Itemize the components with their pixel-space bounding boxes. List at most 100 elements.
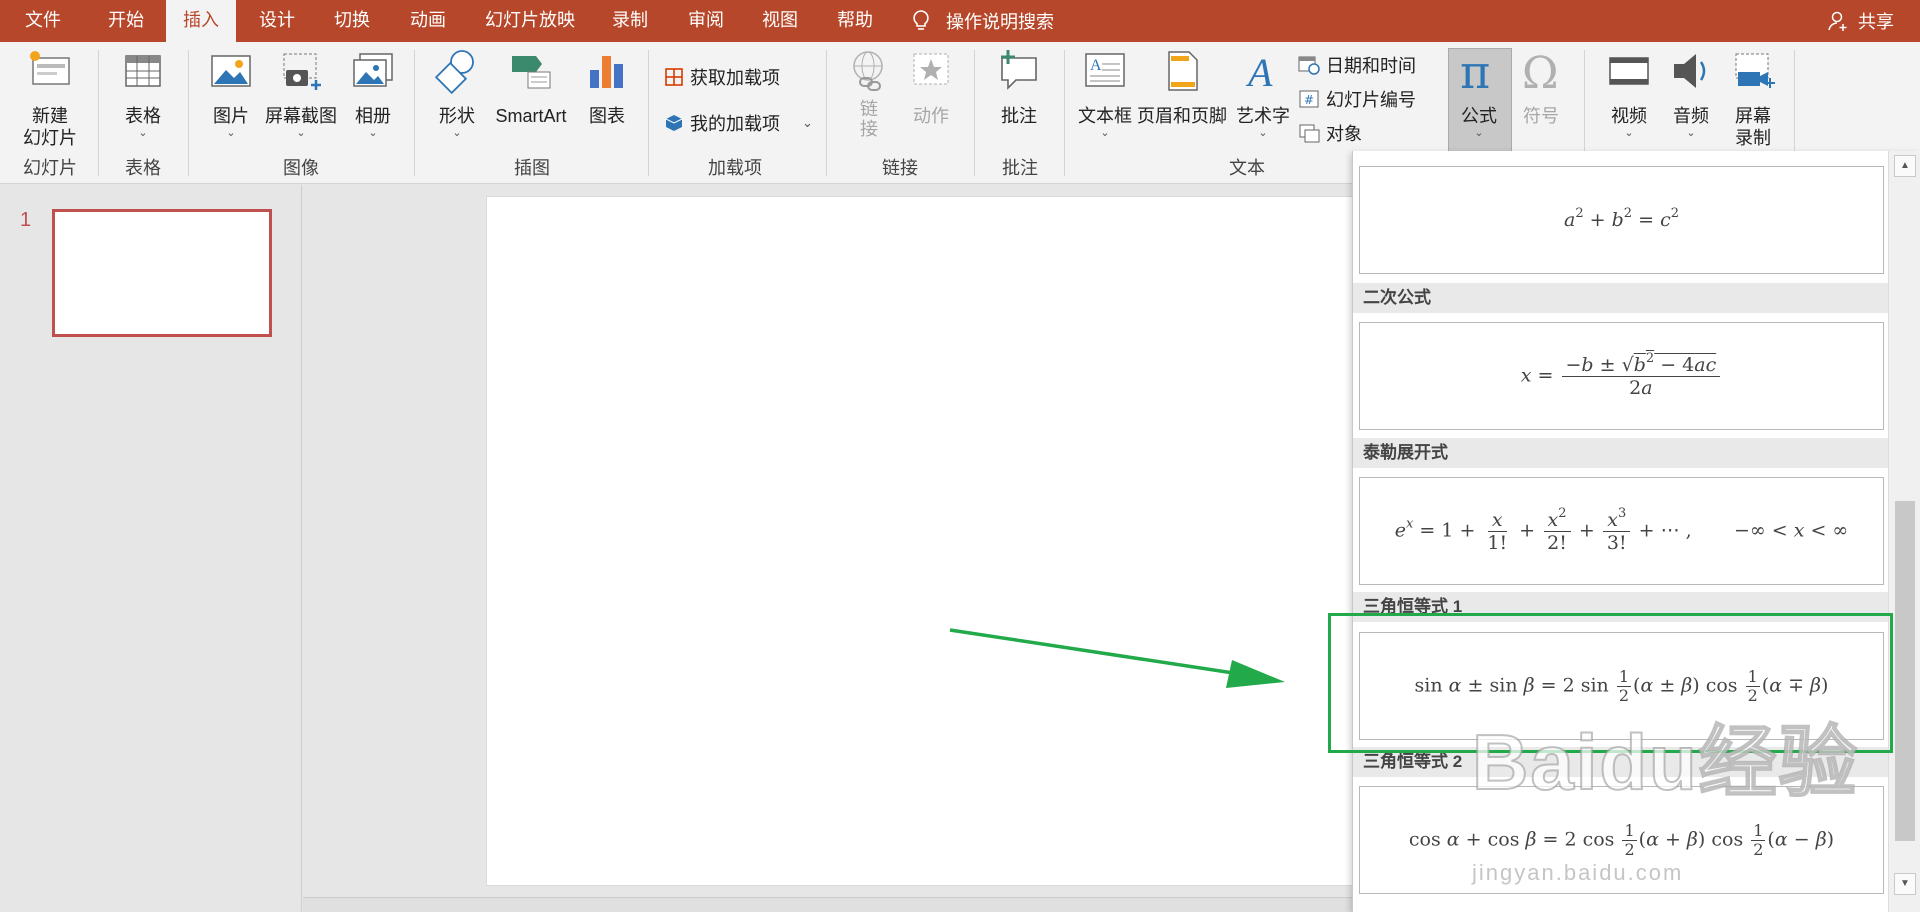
screenshot-label: 屏幕截图: [265, 106, 337, 126]
wordart-label: 艺术字: [1236, 106, 1290, 126]
cube-icon: [665, 115, 683, 131]
shapes-icon: [434, 50, 474, 95]
screenshot-icon: [283, 53, 321, 90]
group-separator: [188, 50, 189, 176]
group-separator: [826, 50, 827, 176]
tab-record[interactable]: 录制: [598, 0, 662, 42]
picture-icon: [211, 55, 251, 87]
textbox-icon: A: [1085, 53, 1125, 87]
group-label-images: 图像: [283, 158, 319, 178]
equation-label: 公式: [1461, 106, 1497, 126]
scrollbar-thumb[interactable]: [1895, 501, 1915, 841]
svg-text:A: A: [1245, 50, 1273, 95]
action-button[interactable]: 动作: [898, 46, 964, 127]
photo-album-button[interactable]: 相册 ⌄: [338, 46, 408, 139]
textbox-button[interactable]: A 文本框 ⌄: [1072, 46, 1138, 139]
screenshot-button[interactable]: 屏幕截图 ⌄: [262, 46, 340, 139]
new-slide-button[interactable]: 新建 幻灯片: [14, 46, 86, 149]
tab-animations[interactable]: 动画: [394, 0, 462, 42]
video-button[interactable]: 视频 ⌄: [1594, 46, 1664, 139]
audio-label: 音频: [1673, 106, 1709, 126]
date-time-button[interactable]: 日期和时间: [1298, 52, 1416, 78]
tab-insert[interactable]: 插入: [166, 0, 236, 42]
slide-thumbnail[interactable]: [52, 209, 272, 337]
chevron-down-icon: ⌄: [368, 127, 378, 139]
chevron-down-icon: ⌄: [1474, 127, 1484, 139]
equation-item-quadratic[interactable]: x = −b ± √b2 − 4ac 2a: [1359, 322, 1884, 430]
chart-label: 图表: [589, 106, 625, 126]
share-label: 共享: [1858, 12, 1894, 32]
chevron-down-icon: ⌄: [226, 127, 236, 139]
gallery-scrollbar[interactable]: ▲ ▼: [1888, 151, 1920, 912]
video-label: 视频: [1611, 106, 1647, 126]
annotation-arrow: [949, 628, 1285, 688]
pictures-button[interactable]: 图片 ⌄: [196, 46, 266, 139]
scroll-down-icon[interactable]: ▼: [1894, 873, 1916, 895]
chevron-down-icon: ⌄: [802, 115, 813, 130]
chart-button[interactable]: 图表: [572, 46, 642, 127]
my-addins-button[interactable]: 我的加载项 ⌄: [664, 110, 813, 136]
equation-button[interactable]: π 公式 ⌄: [1446, 45, 1512, 139]
get-addins-label: 获取加载项: [690, 68, 780, 88]
audio-button[interactable]: 音频 ⌄: [1656, 46, 1726, 139]
link-label: 链 接: [860, 99, 878, 139]
watermark-brand: Baidu经验: [1471, 717, 1859, 807]
group-separator: [648, 50, 649, 176]
get-addins-button[interactable]: 获取加载项: [664, 64, 780, 90]
tab-view[interactable]: 视图: [748, 0, 812, 42]
shapes-button[interactable]: 形状 ⌄: [422, 46, 492, 139]
tab-slideshow[interactable]: 幻灯片放映: [474, 0, 586, 42]
chevron-down-icon: ⌄: [1100, 127, 1110, 139]
photo-album-label: 相册: [355, 106, 391, 126]
scroll-up-icon[interactable]: ▲: [1894, 155, 1916, 177]
tell-me-label: 操作说明搜索: [946, 12, 1054, 32]
screen-recording-button[interactable]: 屏幕 录制: [1718, 46, 1788, 149]
omega-icon: Ω: [1522, 48, 1558, 99]
link-icon: [853, 51, 883, 91]
slide-canvas[interactable]: [486, 196, 1386, 886]
group-label-illustrations: 插图: [514, 158, 550, 178]
tab-file[interactable]: 文件: [0, 0, 86, 42]
tab-transitions[interactable]: 切换: [318, 0, 386, 42]
table-button[interactable]: 表格 ⌄: [108, 46, 178, 139]
tab-help[interactable]: 帮助: [822, 0, 888, 42]
tab-design[interactable]: 设计: [244, 0, 310, 42]
header-footer-button[interactable]: 页眉和页脚: [1136, 46, 1228, 127]
tab-review[interactable]: 审阅: [674, 0, 738, 42]
equation-item-taylor[interactable]: ex = 1 + x 1! + x2 2! + x3 3! + ⋯ , −∞ < x …: [1359, 477, 1884, 585]
svg-text:Ω: Ω: [1522, 48, 1558, 96]
wordart-icon: A: [1245, 50, 1273, 95]
comment-button[interactable]: 批注: [984, 46, 1054, 127]
tab-home[interactable]: 开始: [86, 0, 166, 42]
group-separator: [974, 50, 975, 176]
pi-icon: π: [1460, 45, 1490, 99]
symbol-button[interactable]: Ω 符号: [1508, 46, 1574, 127]
slide-number-button[interactable]: # 幻灯片编号: [1298, 86, 1416, 112]
new-slide-icon: [30, 51, 70, 85]
equation-formula: a2 + b2 = c2: [1564, 206, 1679, 231]
speaker-icon: [1674, 54, 1706, 88]
screen-recording-icon: [1735, 53, 1775, 88]
store-icon: [665, 68, 683, 86]
header-footer-icon: [1168, 51, 1198, 91]
date-time-label: 日期和时间: [1326, 56, 1416, 76]
link-button[interactable]: 链 接: [836, 46, 902, 139]
object-button[interactable]: 对象: [1298, 120, 1362, 146]
wordart-button[interactable]: A 艺术字 ⌄: [1228, 46, 1298, 139]
tell-me-search[interactable]: 操作说明搜索: [910, 0, 1054, 42]
textbox-label: 文本框: [1078, 106, 1132, 126]
share-button[interactable]: 共享: [1828, 0, 1894, 42]
smartart-button[interactable]: SmartArt: [488, 46, 574, 127]
slide-thumbnail-panel: 1: [0, 185, 302, 912]
equation-formula: cos α + cos β = 2 cos 1 2 (α + β) cos 1 2 (α…: [1408, 820, 1835, 859]
action-label: 动作: [913, 106, 949, 126]
smartart-label: SmartArt: [495, 106, 567, 126]
screen-recording-label: 屏幕 录制: [1735, 106, 1771, 148]
calendar-clock-icon: [1298, 56, 1320, 75]
group-label-links: 链接: [882, 158, 918, 178]
person-add-icon: [1828, 11, 1847, 31]
comment-label: 批注: [1001, 106, 1037, 126]
shapes-label: 形状: [439, 106, 475, 126]
svg-text:A: A: [1090, 57, 1102, 74]
equation-item-pythagorean[interactable]: a2 + b2 = c2: [1359, 166, 1884, 274]
